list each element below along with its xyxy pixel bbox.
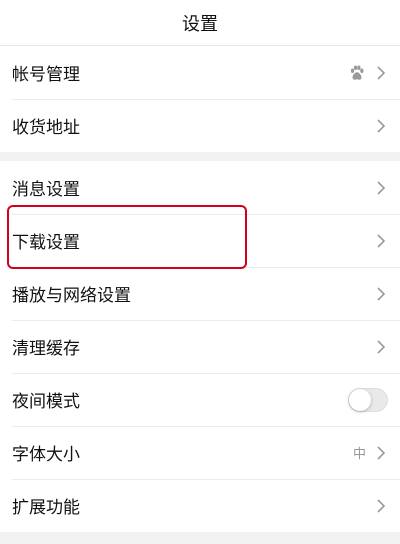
- chevron-right-icon: [374, 337, 388, 357]
- shipping-address-item[interactable]: 收货地址: [0, 99, 400, 152]
- night-mode-toggle[interactable]: [348, 387, 388, 412]
- clear-cache-item[interactable]: 清理缓存: [0, 320, 400, 373]
- download-settings-label: 下载设置: [12, 233, 80, 253]
- chevron-right-icon: [374, 443, 388, 463]
- chevron-right-icon: [374, 284, 388, 304]
- message-settings-label: 消息设置: [12, 180, 80, 200]
- playback-network-settings-label: 播放与网络设置: [12, 286, 131, 306]
- font-size-value: 中: [352, 447, 366, 462]
- clear-cache-label: 清理缓存: [12, 339, 80, 359]
- settings-group: 消息设置 下载设置 播放与网络设置 清理缓存 夜间模式 字体大小 中 扩展功能: [0, 161, 400, 532]
- night-mode-label: 夜间模式: [12, 392, 80, 412]
- extensions-label: 扩展功能: [12, 498, 80, 518]
- chevron-right-icon: [374, 231, 388, 251]
- account-management-label: 帐号管理: [12, 65, 80, 85]
- night-mode-item: 夜间模式: [0, 373, 400, 426]
- paw-icon: [350, 65, 364, 80]
- page-title: 设置: [182, 13, 218, 35]
- chevron-right-icon: [374, 116, 388, 136]
- bottom-spacer: [0, 532, 400, 544]
- font-size-label: 字体大小: [12, 445, 80, 465]
- chevron-right-icon: [374, 178, 388, 198]
- account-group: 帐号管理 收货地址: [0, 46, 400, 152]
- chevron-right-icon: [374, 496, 388, 516]
- shipping-address-label: 收货地址: [12, 118, 80, 138]
- header-bar: 设置: [0, 0, 400, 46]
- download-settings-item[interactable]: 下载设置: [0, 214, 400, 267]
- font-size-item[interactable]: 字体大小 中: [0, 426, 400, 479]
- playback-network-settings-item[interactable]: 播放与网络设置: [0, 267, 400, 320]
- chevron-right-icon: [374, 63, 388, 83]
- account-management-item[interactable]: 帐号管理: [0, 46, 400, 99]
- section-divider: [0, 152, 400, 161]
- extensions-item[interactable]: 扩展功能: [0, 479, 400, 532]
- message-settings-item[interactable]: 消息设置: [0, 161, 400, 214]
- toggle-knob: [349, 388, 371, 411]
